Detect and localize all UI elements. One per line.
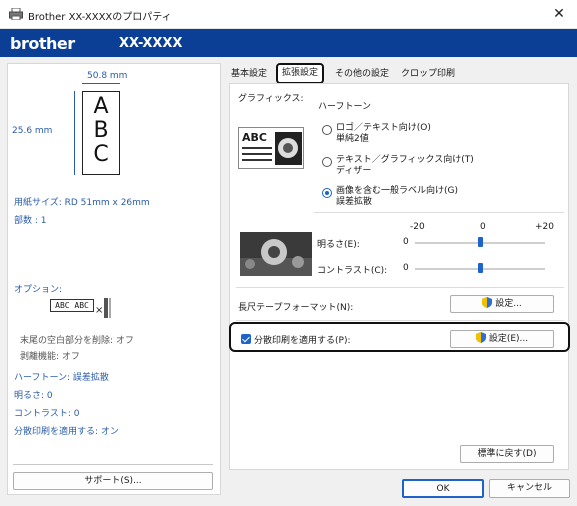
brightness-slider-thumb[interactable]: [478, 237, 483, 247]
peel-function-text: 剥離機能: オフ: [20, 352, 80, 362]
contrast-slider-thumb[interactable]: [478, 263, 483, 273]
advanced-settings-panel: グラフィックス: ハーフトーン ABC ロゴ／テキスト向け(O) 単純2値 テキ…: [229, 83, 569, 470]
preview-height-label: 25.6 mm: [12, 126, 53, 136]
long-tape-settings-label: 設定...: [495, 299, 522, 309]
paper-size-text: 用紙サイズ: RD 51mm x 26mm: [14, 198, 150, 208]
label-preview: A B C: [82, 91, 120, 175]
copies-text: 部数 : 1: [14, 216, 47, 226]
window-title: Brother XX-XXXXのプロパティ: [28, 12, 172, 23]
scale-mid-label: 0: [480, 222, 486, 232]
long-tape-settings-button[interactable]: 設定...: [450, 295, 554, 313]
flower-icon: [275, 132, 302, 165]
printer-model: XX-XXXX: [119, 36, 183, 51]
radio-general-label[interactable]: [322, 188, 332, 198]
tab-crop-print[interactable]: クロップ印刷: [401, 66, 455, 82]
contrast-label: コントラスト(C):: [317, 266, 388, 276]
divider: [236, 287, 564, 288]
radio-text-graphics[interactable]: [322, 157, 332, 167]
title-bar: Brother XX-XXXXのプロパティ ✕: [0, 0, 577, 29]
graphics-sample-icon: ABC: [238, 127, 304, 169]
brightness-summary: 明るさ: 0: [14, 391, 53, 401]
contrast-summary: コントラスト: 0: [14, 409, 80, 419]
divider: [314, 212, 564, 213]
preview-letter: C: [93, 142, 109, 167]
graphics-label: グラフィックス:: [238, 94, 304, 104]
halftone-summary: ハーフトーン: 誤差拡散: [14, 373, 109, 383]
ok-button[interactable]: OK: [402, 479, 484, 498]
brightness-value: 0: [403, 237, 409, 247]
split-print-highlight: [229, 322, 570, 352]
long-tape-format-label: 長尺テープフォーマット(N):: [238, 303, 354, 313]
scissors-icon: ×: [95, 298, 111, 318]
preview-width-label: 50.8 mm: [87, 71, 128, 81]
tape-sample-text: ABC ABC: [50, 299, 94, 312]
brand-banner: brother XX-XXXX: [0, 29, 577, 57]
cancel-button[interactable]: キャンセル: [489, 479, 570, 498]
sample-photo: [240, 232, 312, 276]
width-dimension-line: [82, 83, 120, 84]
tab-basic[interactable]: 基本設定: [231, 66, 267, 82]
support-button[interactable]: サポート(S)...: [13, 472, 213, 490]
printer-icon: [9, 8, 23, 20]
preview-letter: B: [93, 118, 109, 143]
height-dimension-line: [74, 91, 75, 175]
option-logo-text-sub: 単純2値: [336, 134, 369, 144]
scale-min-label: -20: [410, 222, 425, 232]
halftone-label: ハーフトーン: [318, 102, 372, 112]
split-print-summary: 分散印刷を適用する: オン: [14, 427, 119, 437]
options-label: オプション:: [14, 285, 63, 295]
tab-advanced[interactable]: 拡張設定: [276, 63, 325, 84]
brightness-label: 明るさ(E):: [317, 240, 360, 250]
shield-icon: [482, 297, 493, 308]
divider: [13, 464, 213, 465]
brand-logo: brother: [10, 34, 75, 53]
radio-logo-text[interactable]: [322, 125, 332, 135]
tab-other[interactable]: その他の設定: [335, 66, 389, 82]
graphics-sample-text: ABC: [242, 131, 267, 144]
close-icon[interactable]: ✕: [541, 0, 577, 28]
contrast-value: 0: [403, 263, 409, 273]
divider: [236, 320, 564, 321]
tape-cut-icon: ABC ABC ×: [50, 296, 112, 318]
option-text-graphics-sub: ディザー: [336, 166, 372, 176]
blank-delete-text: 末尾の空白部分を削除: オフ: [20, 336, 134, 346]
svg-text:×: ×: [95, 305, 103, 316]
preview-letter: A: [93, 94, 109, 119]
option-general-sub: 誤差拡散: [336, 197, 373, 207]
scale-max-label: +20: [535, 222, 554, 232]
restore-defaults-button[interactable]: 標準に戻す(D): [460, 445, 554, 463]
settings-summary-pane: 50.8 mm 25.6 mm A B C 用紙サイズ: RD 51mm x 2…: [7, 63, 221, 495]
